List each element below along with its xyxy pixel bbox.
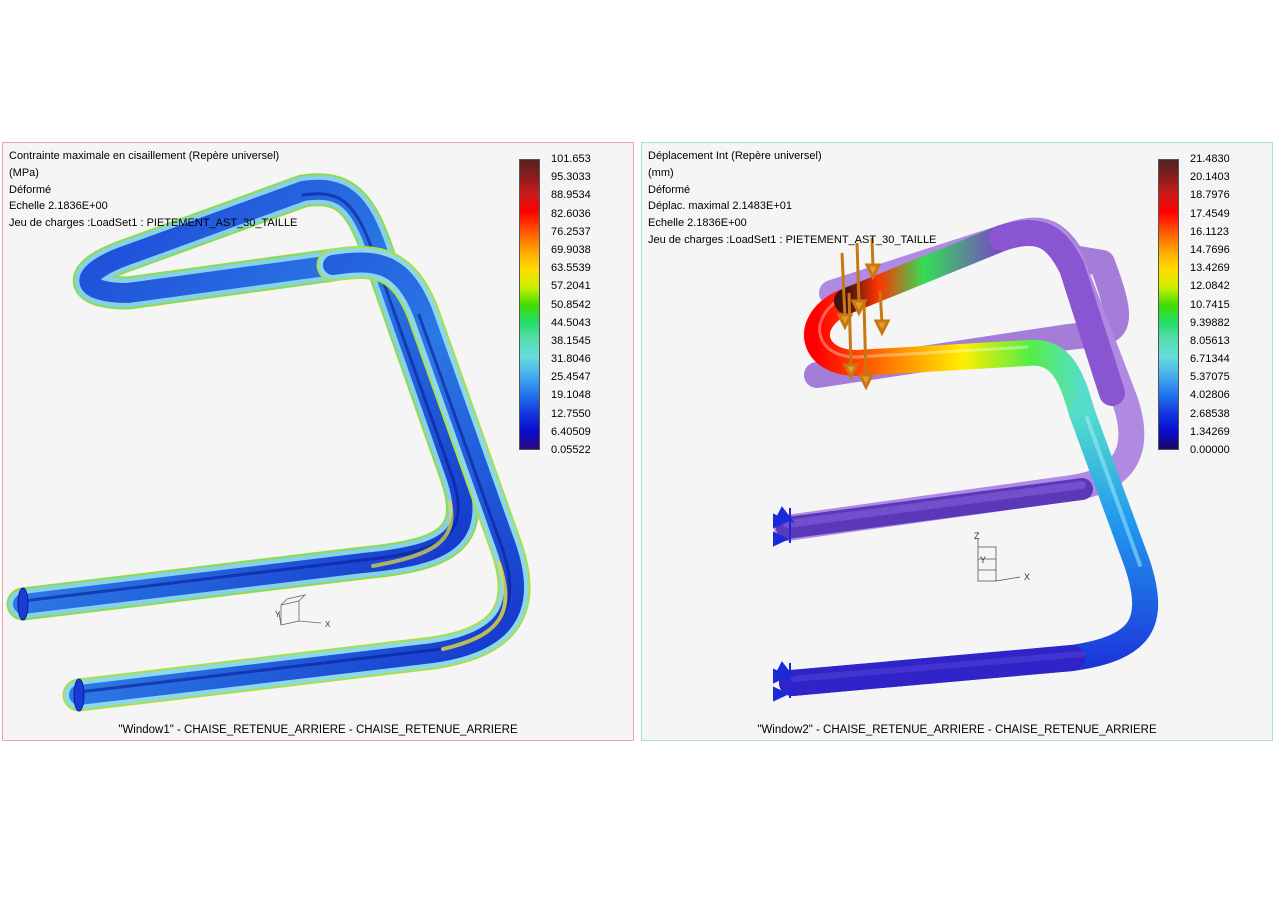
result-title: Contrainte maximale en cisaillement (Rep… xyxy=(9,150,280,162)
result-info: Contrainte maximale en cisaillement (Rep… xyxy=(9,148,297,232)
legend-value: 12.7550 xyxy=(551,407,591,420)
legend-value: 6.71344 xyxy=(1190,353,1230,366)
max-displacement-label: Déplac. maximal 2.1483E+01 xyxy=(648,200,792,213)
legend-value: 38.1545 xyxy=(551,334,591,347)
legend-value: 5.37075 xyxy=(1190,371,1230,384)
legend-color-bar xyxy=(1158,159,1179,450)
result-title: Déplacement Int (Repère universel) xyxy=(648,150,822,162)
color-legend: 101.653 95.3033 88.9534 82.6036 76.2537 … xyxy=(519,153,629,456)
legend-value: 2.68538 xyxy=(1190,407,1230,420)
axis-x-label: X xyxy=(325,620,331,629)
legend-value: 25.4547 xyxy=(551,371,591,384)
result-unit: (MPa) xyxy=(9,166,39,179)
tube-front xyxy=(779,400,1159,696)
scale-label: Echelle 2.1836E+00 xyxy=(648,217,747,230)
legend-value: 17.4549 xyxy=(1190,207,1230,220)
legend-value: 76.2537 xyxy=(551,225,591,238)
axis-x-label: X xyxy=(1024,572,1030,582)
legend-value: 6.40509 xyxy=(551,425,591,438)
viewport-shear-stress[interactable]: Contrainte maximale en cisaillement (Rep… xyxy=(2,142,634,741)
tube-end-back xyxy=(17,587,29,621)
legend-value: 57.2041 xyxy=(551,280,591,293)
legend-value: 0.05522 xyxy=(551,444,591,456)
legend-value: 101.653 xyxy=(551,153,591,165)
tube-deformed-top xyxy=(804,220,1125,426)
result-unit: (mm) xyxy=(648,166,674,179)
legend-value: 1.34269 xyxy=(1190,425,1230,438)
legend-value: 12.0842 xyxy=(1190,280,1230,293)
tube-back xyxy=(6,173,479,621)
legend-value: 13.4269 xyxy=(1190,262,1230,275)
viewport-displacement[interactable]: Déplacement Int (Repère universel) (mm) … xyxy=(641,142,1273,741)
legend-value: 4.02806 xyxy=(1190,389,1230,402)
legend-value: 69.9038 xyxy=(551,243,591,256)
legend-value: 50.8542 xyxy=(551,298,591,311)
result-info: Déplacement Int (Repère universel) (mm) … xyxy=(648,148,936,249)
legend-value: 95.3033 xyxy=(551,171,591,184)
loadset-label: Jeu de charges :LoadSet1 : PIETEMENT_AST… xyxy=(9,217,298,230)
legend-value: 63.5539 xyxy=(551,262,591,275)
constraint-symbols xyxy=(773,506,795,702)
legend-value: 10.7415 xyxy=(1190,298,1230,311)
legend-value: 21.4830 xyxy=(1190,153,1230,165)
legend-value: 19.1048 xyxy=(551,389,591,402)
axis-y-label: Y xyxy=(275,610,281,619)
legend-value: 82.6036 xyxy=(551,207,591,220)
window-caption: "Window2" - CHAISE_RETENUE_ARRIERE - CHA… xyxy=(757,724,1157,736)
deformed-label: Déformé xyxy=(648,183,691,196)
legend-value: 88.9534 xyxy=(551,189,591,202)
scale-label: Echelle 2.1836E+00 xyxy=(9,200,108,213)
legend-value: 9.39882 xyxy=(1190,316,1230,329)
tube-end-front xyxy=(73,678,85,712)
loadset-label: Jeu de charges :LoadSet1 : PIETEMENT_AST… xyxy=(648,233,937,246)
legend-value: 44.5043 xyxy=(551,316,591,329)
legend-color-bar xyxy=(519,159,540,450)
legend-values: 21.4830 20.1403 18.7976 17.4549 16.1123 … xyxy=(1190,152,1270,461)
deformed-label: Déformé xyxy=(9,183,52,196)
legend-value: 14.7696 xyxy=(1190,243,1230,256)
legend-value: 8.05613 xyxy=(1190,334,1230,347)
window-caption: "Window1" - CHAISE_RETENUE_ARRIERE - CHA… xyxy=(118,724,518,736)
legend-value: 18.7976 xyxy=(1190,189,1230,202)
legend-values: 101.653 95.3033 88.9534 82.6036 76.2537 … xyxy=(551,152,631,461)
coordinate-triad xyxy=(278,594,322,626)
axis-z-label: Z xyxy=(974,531,980,541)
tube-back xyxy=(776,478,1093,539)
legend-value: 0.00000 xyxy=(1190,444,1230,456)
axis-y-label: Y xyxy=(980,555,986,565)
legend-value: 20.1403 xyxy=(1190,171,1230,184)
legend-value: 16.1123 xyxy=(1190,225,1229,238)
legend-value: 31.8046 xyxy=(551,353,591,366)
color-legend: 21.4830 20.1403 18.7976 17.4549 16.1123 … xyxy=(1158,153,1268,456)
